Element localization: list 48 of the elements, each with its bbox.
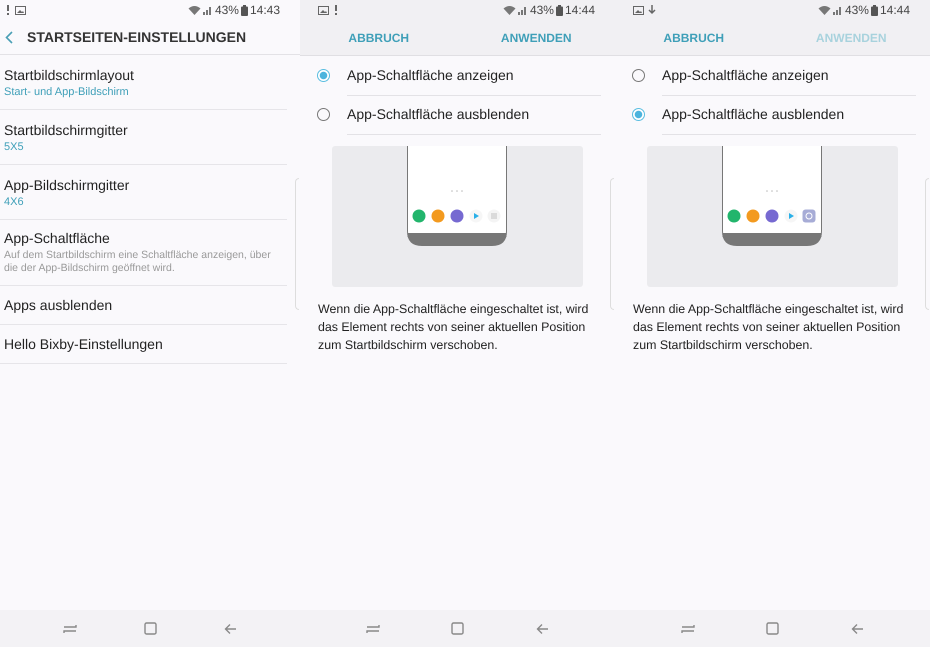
settings-item[interactable]: App-Bildschirmgitter 4X6 — [0, 165, 287, 220]
settings-item[interactable]: Hello Bixby-Einstellungen — [0, 325, 287, 364]
clock-time: 14:44 — [880, 3, 910, 17]
image-icon — [15, 6, 26, 14]
back-icon[interactable] — [224, 622, 237, 634]
battery-percent: 43% — [214, 3, 239, 17]
image-icon — [318, 6, 329, 14]
back-icon[interactable] — [5, 30, 13, 44]
image-icon — [633, 6, 644, 14]
signal-icon — [832, 5, 843, 15]
back-icon[interactable] — [851, 622, 864, 634]
battery-percent: 43% — [530, 3, 554, 17]
back-icon[interactable] — [536, 622, 550, 634]
settings-item[interactable]: Startbildschirmgitter 5X5 — [0, 110, 287, 165]
wifi-icon — [502, 5, 516, 15]
settings-item[interactable]: Startbildschirmlayout Start- und App-Bildschirm — [0, 55, 287, 110]
signal-icon — [202, 5, 213, 15]
recent-apps-icon[interactable] — [680, 622, 695, 634]
option-label[interactable]: App-Schaltfläche anzeigen — [347, 56, 601, 96]
alert-icon — [333, 5, 339, 15]
home-icon[interactable] — [766, 622, 780, 635]
radio-button[interactable] — [317, 69, 330, 82]
option-label[interactable]: App-Schaltfläche ausblenden — [347, 94, 601, 134]
option-label[interactable]: App-Schaltfläche ausblenden — [662, 94, 916, 134]
home-icon[interactable] — [144, 622, 157, 635]
settings-item[interactable]: Apps ausblenden — [0, 286, 287, 325]
clock-time: 14:43 — [250, 3, 280, 17]
signal-icon — [518, 5, 528, 15]
settings-item[interactable]: App-Schaltfläche Auf dem Startbildschirm eine Schaltfläche anzeigen, über die der App-Bildschirm geöffnet wird. — [0, 220, 287, 286]
radio-button[interactable] — [317, 108, 330, 121]
recent-apps-icon[interactable] — [366, 622, 380, 634]
description-text: Wenn die App-Schaltfläche eingeschaltet ist, wird das Element rechts von seiner aktuellen Position zum Startbildschirm verschoben. — [633, 301, 904, 354]
clock-time: 14:44 — [564, 3, 595, 17]
option-label[interactable]: App-Schaltfläche anzeigen — [662, 56, 916, 96]
screen-title: STARTSEITEN-EINSTELLUNGEN — [27, 29, 246, 45]
download-icon — [648, 5, 656, 15]
wifi-icon — [188, 5, 201, 15]
home-icon[interactable] — [451, 622, 464, 635]
description-text: Wenn die App-Schaltfläche eingeschaltet ist, wird das Element rechts von seiner aktuellen Position zum Startbildschirm verschoben. — [318, 301, 590, 354]
alert-icon — [5, 5, 11, 15]
recent-apps-icon[interactable] — [63, 622, 78, 634]
battery-icon — [240, 4, 248, 16]
battery-icon — [556, 4, 563, 16]
radio-button[interactable] — [632, 108, 645, 121]
wifi-icon — [818, 5, 831, 15]
radio-button[interactable] — [632, 69, 645, 82]
battery-icon — [870, 4, 878, 16]
battery-percent: 43% — [844, 3, 869, 17]
